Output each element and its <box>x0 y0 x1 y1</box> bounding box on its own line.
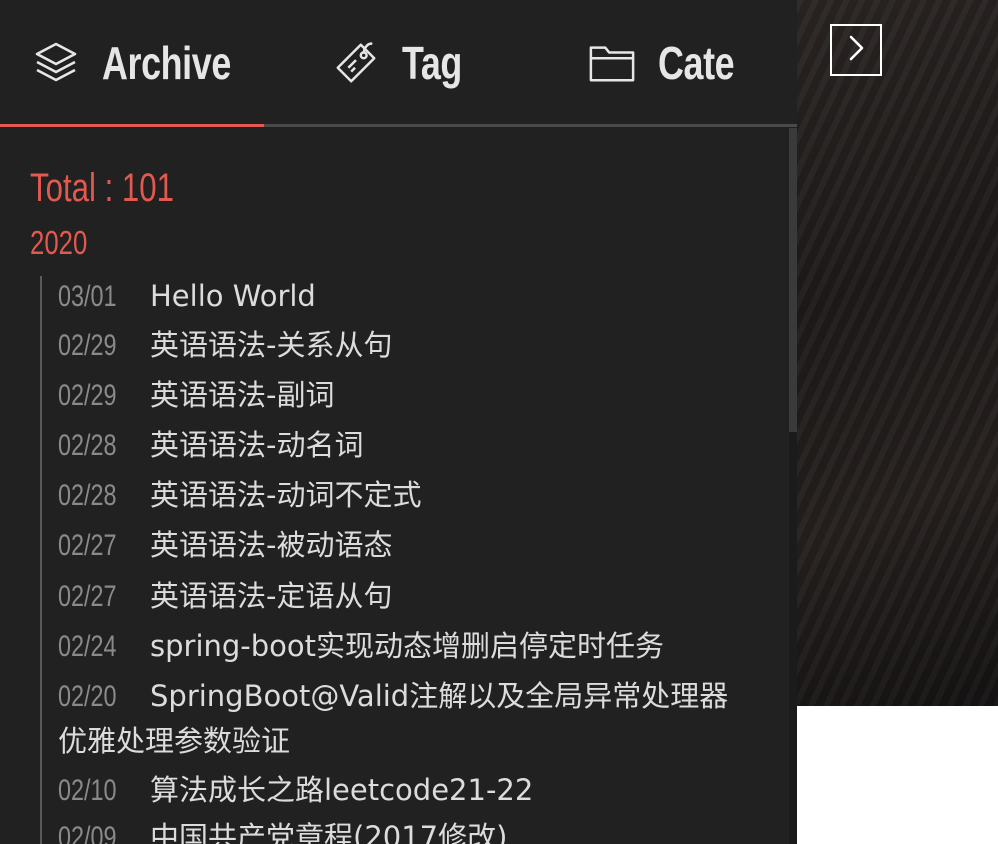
tab-underline <box>0 124 797 127</box>
scrollbar-thumb[interactable] <box>789 128 797 432</box>
post-date: 03/01 <box>58 280 117 313</box>
post-title[interactable]: 英语语法-动名词 <box>150 428 363 462</box>
background-photo <box>797 0 998 706</box>
post-title[interactable]: 算法成长之路leetcode21-22 <box>150 773 533 807</box>
post-date: 02/10 <box>58 774 117 807</box>
list-item[interactable]: 02/28 英语语法-动词不定式 <box>58 473 748 518</box>
tab-tag[interactable]: Tag <box>332 0 479 125</box>
post-title[interactable]: Hello World <box>150 279 316 313</box>
list-item[interactable]: 02/27 英语语法-定语从句 <box>58 574 748 619</box>
post-title[interactable]: 英语语法-关系从句 <box>150 328 392 362</box>
post-title[interactable]: 英语语法-动词不定式 <box>150 478 421 512</box>
list-item[interactable]: 02/10 算法成长之路leetcode21-22 <box>58 768 748 813</box>
tab-cate-label: Cate <box>658 36 735 89</box>
sidebar-toggle-button[interactable] <box>830 24 882 76</box>
post-date: 02/29 <box>58 379 117 412</box>
folder-icon <box>588 39 636 87</box>
post-date: 02/20 <box>58 680 117 713</box>
list-item[interactable]: 03/01 Hello World <box>58 274 748 319</box>
list-item[interactable]: 02/29 英语语法-关系从句 <box>58 323 748 368</box>
tab-archive-label: Archive <box>102 36 231 89</box>
timeline-line <box>40 276 42 844</box>
post-title[interactable]: 中国共产党章程(2017修改) <box>150 820 507 844</box>
archive-year: 2020 <box>30 224 88 261</box>
post-title[interactable]: 英语语法-被动语态 <box>150 528 392 562</box>
post-date: 02/27 <box>58 580 117 613</box>
content-area <box>797 706 998 844</box>
post-title[interactable]: 英语语法-定语从句 <box>150 579 392 613</box>
post-date: 02/24 <box>58 630 117 663</box>
post-title[interactable]: 英语语法-副词 <box>150 378 334 412</box>
list-item[interactable]: 02/09 中国共产党章程(2017修改) <box>58 815 748 844</box>
list-item[interactable]: 02/27 英语语法-被动语态 <box>58 523 748 568</box>
post-date: 02/09 <box>58 821 117 844</box>
tab-archive[interactable]: Archive <box>32 0 267 125</box>
archive-total: Total : 101 <box>30 166 174 210</box>
chevron-right-icon <box>845 34 867 66</box>
panel-tabs: Archive Tag Cate <box>0 0 797 128</box>
list-item[interactable]: 02/28 英语语法-动名词 <box>58 423 748 468</box>
list-item[interactable]: 02/29 英语语法-副词 <box>58 373 748 418</box>
tab-cate[interactable]: Cate <box>588 0 756 125</box>
post-title[interactable]: SpringBoot@Valid注解以及全局异常处理器优雅处理参数验证 <box>58 679 728 758</box>
active-tab-indicator <box>0 124 264 127</box>
layers-icon <box>32 39 80 87</box>
tab-tag-label: Tag <box>402 36 462 89</box>
post-date: 02/28 <box>58 479 117 512</box>
post-title[interactable]: spring-boot实现动态增删启停定时任务 <box>150 629 664 663</box>
post-date: 02/29 <box>58 329 117 362</box>
post-date: 02/28 <box>58 429 117 462</box>
post-date: 02/27 <box>58 529 117 562</box>
tag-icon <box>332 39 380 87</box>
list-item[interactable]: 02/20 SpringBoot@Valid注解以及全局异常处理器优雅处理参数验证 <box>58 674 748 763</box>
list-item[interactable]: 02/24 spring-boot实现动态增删启停定时任务 <box>58 624 748 669</box>
archive-panel: Archive Tag Cate Total: 101 2020 03/01 … <box>0 0 797 844</box>
